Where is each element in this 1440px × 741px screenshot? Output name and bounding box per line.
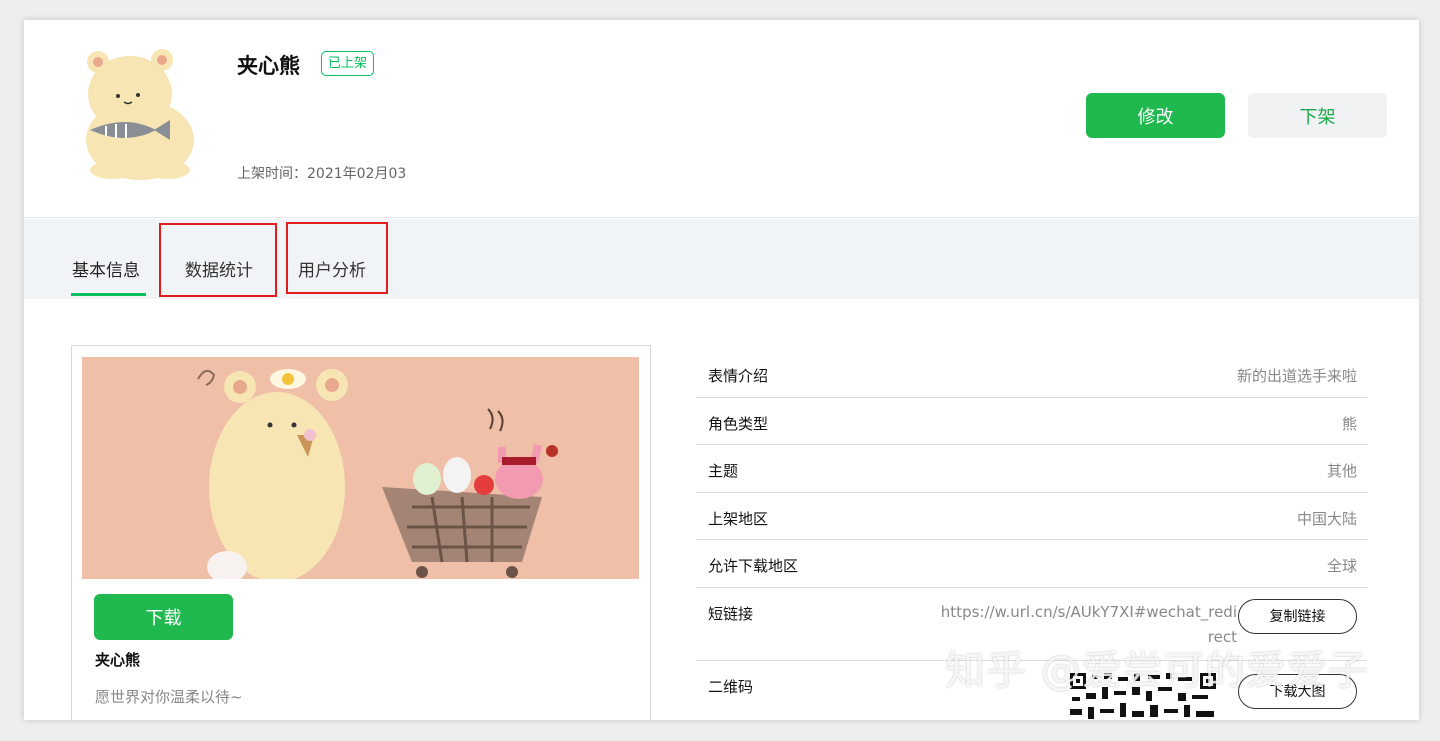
info-label: 角色类型 xyxy=(708,414,769,433)
info-value: 新的出道选手来啦 xyxy=(1236,367,1357,385)
publish-time: 上架时间：2021年02月03 xyxy=(237,166,407,182)
info-row-intro: 表情介绍 新的出道选手来啦 xyxy=(696,350,1367,398)
sticker-avatar xyxy=(86,49,194,180)
info-label: 短链接 xyxy=(708,604,754,623)
info-value: 中国大陆 xyxy=(1296,509,1357,528)
sticker-title: 夹心熊 xyxy=(237,54,300,78)
tab-bar: 基本信息 数据统计 用户分析 xyxy=(24,219,1419,299)
sticker-banner-image xyxy=(82,357,639,579)
info-row-theme: 主题 其他 xyxy=(696,445,1367,493)
info-label: 表情介绍 xyxy=(708,367,769,385)
tab-basic-info[interactable]: 基本信息 xyxy=(72,256,140,281)
highlight-box-user-analysis xyxy=(286,222,388,294)
highlight-box-data-stats xyxy=(159,223,277,297)
preview-card: 下载 夹心熊 愿世界对你温柔以待~ xyxy=(71,345,651,720)
info-label: 上架地区 xyxy=(708,509,769,528)
preview-name: 夹心熊 xyxy=(95,651,141,669)
info-row-region: 上架地区 中国大陆 xyxy=(696,493,1367,540)
status-badge: 已上架 xyxy=(321,51,375,76)
info-row-role-type: 角色类型 熊 xyxy=(696,398,1367,445)
info-value: 熊 xyxy=(1341,414,1357,433)
info-row-download-region: 允许下载地区 全球 xyxy=(696,540,1367,588)
watermark-text: 知乎 @爱尝可的爱爱子 xyxy=(945,648,1369,694)
active-tab-indicator xyxy=(71,293,146,296)
delist-button[interactable]: 下架 xyxy=(1248,93,1387,138)
edit-button[interactable]: 修改 xyxy=(1086,93,1225,138)
app-window: 夹心熊 已上架 上架时间：2021年02月03 修改 下架 基本信息 数据统计 … xyxy=(24,20,1419,720)
info-label: 主题 xyxy=(708,462,739,480)
info-value: 全球 xyxy=(1326,557,1357,575)
info-label: 允许下载地区 xyxy=(708,557,799,575)
preview-description: 愿世界对你温柔以待~ xyxy=(95,688,243,706)
copy-link-button[interactable]: 复制链接 xyxy=(1238,598,1357,634)
sticker-header: 夹心熊 已上架 上架时间：2021年02月03 修改 下架 xyxy=(24,20,1419,218)
info-value: 其他 xyxy=(1326,462,1357,480)
info-label: 二维码 xyxy=(708,677,754,696)
download-button[interactable]: 下载 xyxy=(94,594,233,640)
